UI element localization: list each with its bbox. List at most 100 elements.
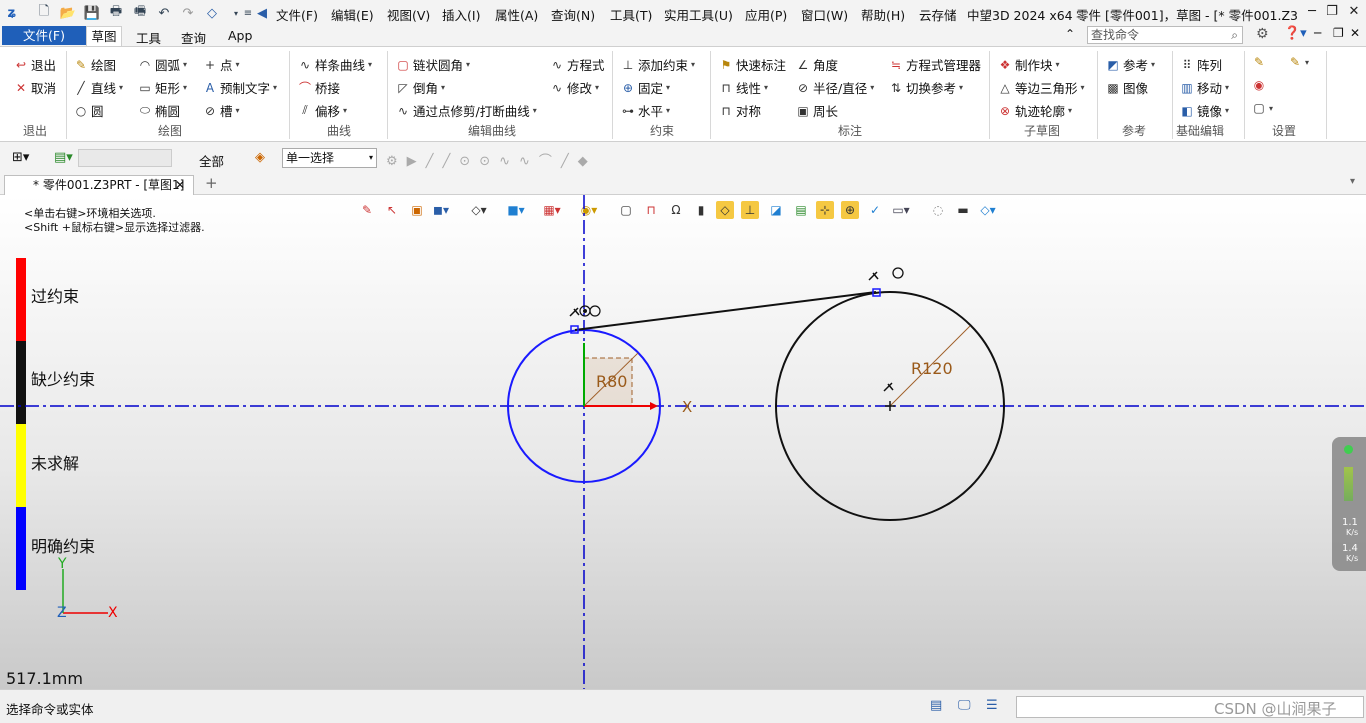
save-icon[interactable]: 💾 <box>82 3 102 23</box>
reference-icon: ◩ <box>1107 57 1119 72</box>
menu-view[interactable]: 视图(V) <box>387 5 430 24</box>
menu-query[interactable]: 查询(N) <box>551 5 595 24</box>
slot-button[interactable]: ⊘ 槽 ▾ <box>203 101 240 120</box>
dimension-r120[interactable]: R120 <box>911 359 953 378</box>
add-tab-icon[interactable]: + <box>205 174 218 192</box>
property-panel-icon[interactable]: ▤ <box>930 698 942 713</box>
collapse-ribbon-icon[interactable]: ⌃ <box>1065 27 1075 41</box>
quick-dimension-button[interactable]: ⚑ 快速标注 <box>719 55 786 74</box>
add-constraint-button[interactable]: ⊥ 添加约束 ▾ <box>621 55 695 74</box>
gear-icon[interactable]: ⚙ <box>1256 26 1269 42</box>
layer-icon[interactable]: ◈ <box>255 150 265 165</box>
tangent-line[interactable] <box>574 291 877 331</box>
print-icon[interactable]: 🖶 <box>106 3 126 23</box>
restore-icon[interactable]: ❐ <box>1320 2 1344 22</box>
menu-insert[interactable]: 插入(I) <box>442 5 480 24</box>
equation-manager-button[interactable]: ≒ 方程式管理器 <box>889 55 981 74</box>
menu-window[interactable]: 窗口(W) <box>801 5 848 24</box>
rectangle-button[interactable]: ▭ 矩形 ▾ <box>138 78 187 97</box>
arrow-left-icon[interactable]: ◀ <box>252 3 272 23</box>
sketch-canvas[interactable]: <单击右键>环境相关选项. <Shift +鼠标右键>显示选择过滤器. ✎ ↖ … <box>0 195 1366 689</box>
settings-palette-button[interactable]: ◉ <box>1252 78 1266 92</box>
ribbon-restore-icon[interactable]: ❐ <box>1333 26 1344 40</box>
image-button[interactable]: ▩ 图像 <box>1106 78 1148 97</box>
cancel-button[interactable]: ✕ 取消 <box>14 78 56 97</box>
close-tab-icon[interactable]: ✕ <box>175 176 185 194</box>
trim-break-button[interactable]: ∿ 通过点修剪/打断曲线 ▾ <box>396 101 537 120</box>
color-bar-icon[interactable]: ▤▾ <box>54 150 73 165</box>
monitor-icon[interactable]: 🖵 <box>958 698 971 713</box>
tab-tools[interactable]: 工具 <box>136 28 161 47</box>
offset-button[interactable]: ⫽ 偏移 ▾ <box>298 101 347 120</box>
print-preview-icon[interactable]: 🖷 <box>130 3 150 23</box>
reference-button[interactable]: ◩ 参考 ▾ <box>1106 55 1155 74</box>
ribbon-close-icon[interactable]: ✕ <box>1350 26 1360 40</box>
command-search-input[interactable]: 查找命令 ⌕ <box>1087 26 1243 44</box>
undo-icon[interactable]: ↶ <box>154 3 174 23</box>
mirror-button[interactable]: ◧ 镜像 ▾ <box>1180 101 1229 120</box>
symmetric-button[interactable]: ⊓ 对称 <box>719 101 761 120</box>
preset-text-button[interactable]: A 预制文字 ▾ <box>203 78 277 97</box>
horizontal-button[interactable]: ⊶ 水平 ▾ <box>621 101 670 120</box>
spline-button[interactable]: ∿ 样条曲线 ▾ <box>298 55 372 74</box>
spline-icon: ∿ <box>299 57 311 72</box>
radius-diameter-button[interactable]: ⊘ 半径/直径 ▾ <box>796 78 874 97</box>
select-mode-dropdown[interactable]: 单一选择 ▾ <box>282 148 377 168</box>
bridge-button[interactable]: ⌒ 桥接 <box>298 78 340 97</box>
app-logo-icon: ʑ <box>7 5 17 21</box>
menu-utilities[interactable]: 实用工具(U) <box>664 5 733 24</box>
help-icon[interactable]: ❓▾ <box>1284 26 1307 41</box>
arc-button[interactable]: ◠ 圆弧 ▾ <box>138 55 187 74</box>
settings-brush-button[interactable]: ✎ ▾ <box>1288 55 1309 69</box>
menu-cloud[interactable]: 云存储 <box>919 5 957 24</box>
menu-attribute[interactable]: 属性(A) <box>495 5 538 24</box>
move-button[interactable]: ▥ 移动 ▾ <box>1180 78 1229 97</box>
menu-apps[interactable]: 应用(P) <box>745 5 787 24</box>
file-menu-button[interactable]: 文件(F) <box>2 26 86 45</box>
tab-sketch[interactable]: 草图 <box>86 26 122 46</box>
filter-dropdown[interactable] <box>78 149 172 167</box>
array-button[interactable]: ⠿ 阵列 <box>1180 55 1222 74</box>
equilateral-triangle-button[interactable]: △ 等边三角形 ▾ <box>998 78 1084 97</box>
equation-curve-button[interactable]: ∿ 方程式 <box>550 55 605 74</box>
pick-filter-icon[interactable]: ⊞▾ <box>12 150 29 165</box>
chamfer-button[interactable]: ◸ 倒角 ▾ <box>396 78 445 97</box>
group-divider <box>1097 51 1098 139</box>
list-icon[interactable]: ☰ <box>986 698 998 713</box>
tab-app[interactable]: App <box>228 28 252 43</box>
settings-sheet-button[interactable]: ✎ <box>1252 55 1266 69</box>
close-icon[interactable]: ✕ <box>1342 2 1366 22</box>
line-button[interactable]: ╱ 直线 ▾ <box>74 78 123 97</box>
dimension-r80[interactable]: R80 <box>596 372 627 391</box>
settings-view-button[interactable]: ▢ ▾ <box>1252 101 1273 115</box>
circle-button[interactable]: ○ 圆 <box>74 101 104 120</box>
new-file-icon[interactable]: 🗋 <box>34 3 54 23</box>
draw-button[interactable]: ✎ 绘图 <box>74 55 116 74</box>
toggle-reference-button[interactable]: ⇅ 切换参考 ▾ <box>889 78 963 97</box>
document-tab[interactable]: * 零件001.Z3PRT - [草图1] ✕ <box>4 175 194 195</box>
make-block-button[interactable]: ❖ 制作块 ▾ <box>998 55 1060 74</box>
exit-button[interactable]: ↩ 退出 <box>14 55 56 74</box>
menu-help[interactable]: 帮助(H) <box>861 5 905 24</box>
point-button[interactable]: + 点 ▾ <box>203 55 240 74</box>
quick-dimension-label: 快速标注 <box>736 58 787 73</box>
linear-button[interactable]: ⊓ 线性 ▾ <box>719 78 768 97</box>
chain-fillet-button[interactable]: ▢ 链状圆角 ▾ <box>396 55 470 74</box>
redo-icon[interactable]: ↷ <box>178 3 198 23</box>
modify-button[interactable]: ∿ 修改 ▾ <box>550 78 599 97</box>
open-folder-icon[interactable]: 📂 <box>58 3 78 23</box>
menu-tools[interactable]: 工具(T) <box>610 5 652 24</box>
tab-query[interactable]: 查询 <box>181 28 206 47</box>
ribbon-minimize-icon[interactable]: ─ <box>1314 26 1321 40</box>
brush-icon: ✎ <box>1289 55 1301 69</box>
menu-file[interactable]: 文件(F) <box>276 5 318 24</box>
tab-list-icon[interactable]: ▾ <box>1350 176 1355 187</box>
menu-edit[interactable]: 编辑(E) <box>331 5 374 24</box>
trajectory-profile-button[interactable]: ⊗ 轨迹轮廓 ▾ <box>998 101 1072 120</box>
filter-all-label[interactable]: 全部 <box>199 151 224 170</box>
select-shape-icon[interactable]: ◇ <box>202 3 222 23</box>
ellipse-button[interactable]: ⬭ 椭圆 <box>138 101 180 120</box>
fix-button[interactable]: ⊕ 固定 ▾ <box>621 78 670 97</box>
angle-button[interactable]: ∠ 角度 <box>796 55 838 74</box>
perimeter-button[interactable]: ▣ 周长 <box>796 101 838 120</box>
